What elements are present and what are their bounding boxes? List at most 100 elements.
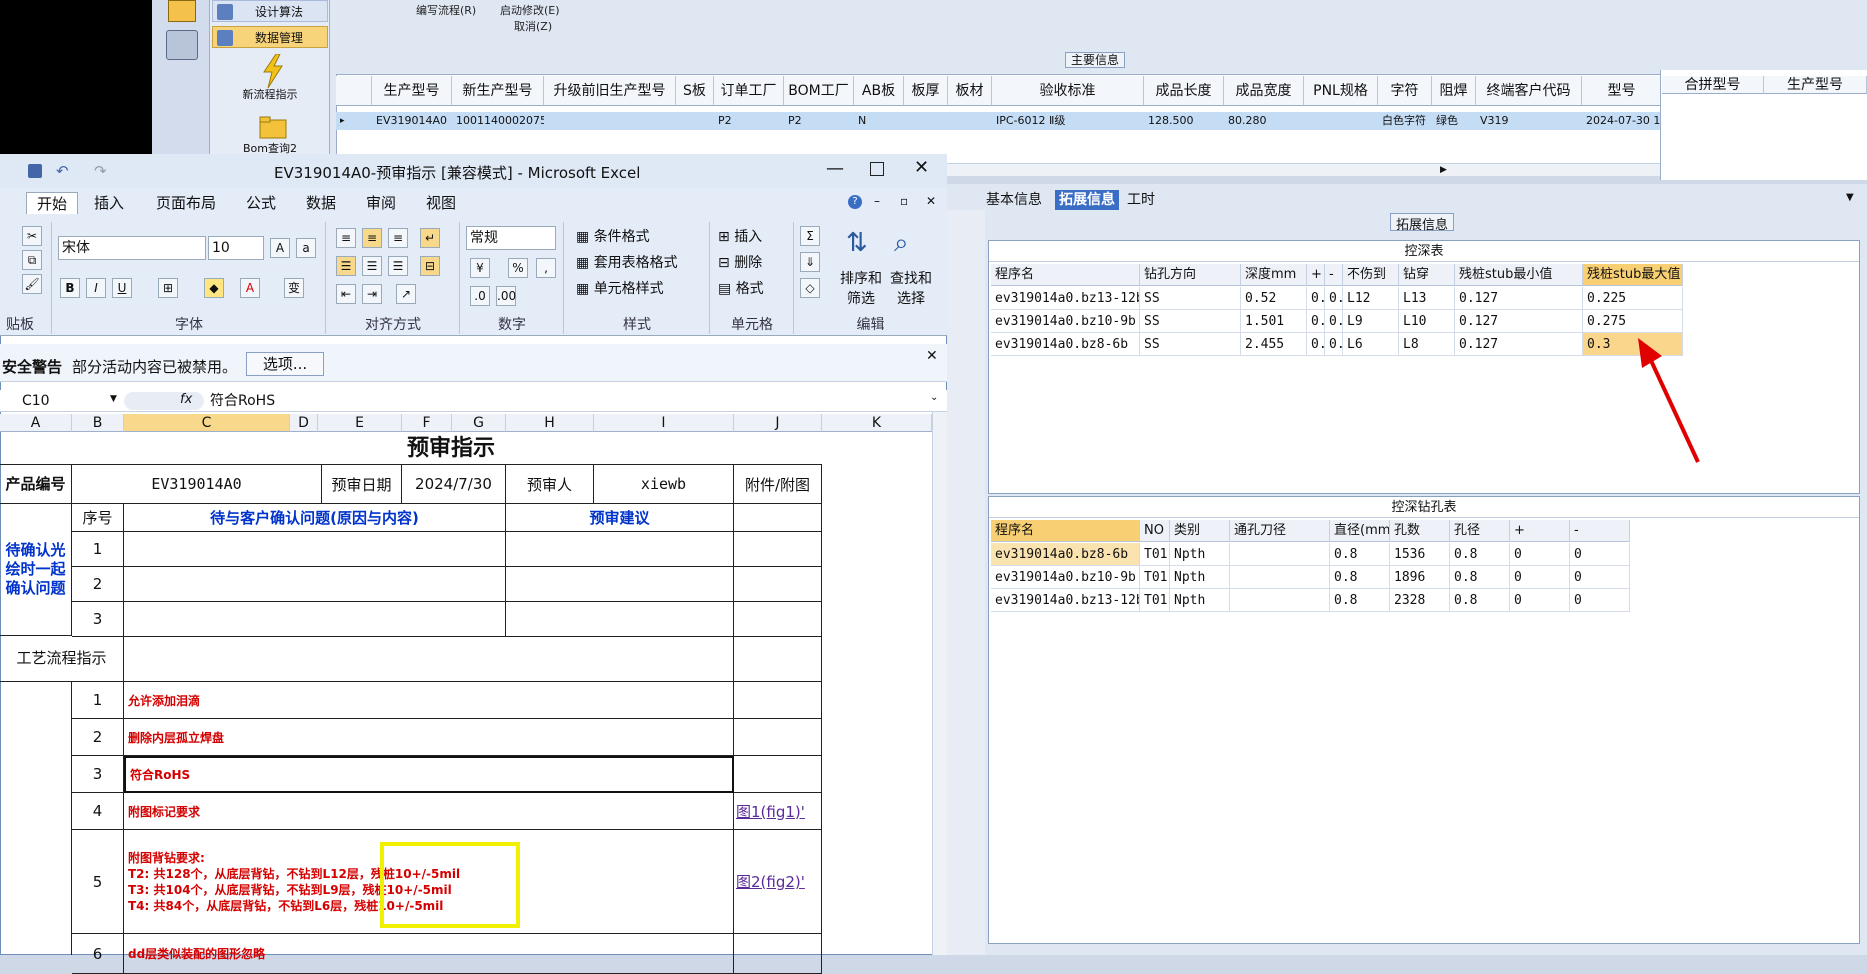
hole-col-header[interactable]: 孔径 <box>1450 520 1510 542</box>
process-no-cell[interactable]: 5 <box>72 830 124 934</box>
tab-review[interactable]: 审阅 <box>360 192 402 214</box>
undo-icon[interactable]: ↶ <box>56 162 69 180</box>
process-text-cell[interactable]: 允许添加泪滴 <box>124 682 734 719</box>
grid-header[interactable]: 生产型号 <box>372 76 452 106</box>
depth-cell[interactable]: L10 <box>1399 310 1455 333</box>
redo-icon[interactable]: ↷ <box>94 162 107 180</box>
grid-header[interactable]: AB板 <box>854 76 904 106</box>
attach-link-cell[interactable] <box>734 756 822 793</box>
hole-col-header[interactable]: 类别 <box>1170 520 1230 542</box>
grid-cell[interactable]: P2 <box>714 112 784 130</box>
hole-cell[interactable]: 0.8 <box>1450 543 1510 566</box>
find-select-icon[interactable]: ⌕ <box>894 228 909 259</box>
format-cells-button[interactable]: ▤ 格式 <box>718 278 764 298</box>
process-no-cell[interactable]: 1 <box>72 682 124 719</box>
nav-item-design-algo[interactable]: 设计算法 <box>212 0 328 22</box>
menu-start-modify[interactable]: 启动修改(E) <box>500 2 560 18</box>
depth-cell[interactable]: 2.455 <box>1241 333 1307 356</box>
grid-cell[interactable]: V319 <box>1476 112 1582 130</box>
seq-cell[interactable]: 2 <box>72 567 124 602</box>
chevron-down-icon[interactable]: ▼ <box>1846 192 1854 203</box>
reviewer-value-cell[interactable]: xiewb <box>594 464 734 504</box>
hole-cell[interactable] <box>1230 543 1330 566</box>
hole-cell[interactable]: 0.8 <box>1330 566 1390 589</box>
hole-col-header[interactable]: + <box>1510 520 1570 542</box>
decrease-decimal-icon[interactable]: .00 <box>496 286 516 306</box>
grid-header[interactable]: 型号 <box>1582 76 1662 106</box>
merge-prod-header[interactable]: 生产型号 <box>1764 76 1867 94</box>
process-text-cell[interactable]: 附图标记要求 <box>124 793 734 830</box>
font-name-select[interactable]: 宋体 <box>58 236 206 260</box>
italic-icon[interactable]: I <box>86 278 106 298</box>
process-text-cell[interactable]: dd层类似装配的图形忽略 <box>124 934 734 974</box>
hole-cell[interactable]: ev319014a0.bz8-6b <box>991 543 1140 566</box>
seq-cell[interactable]: 3 <box>72 602 124 637</box>
attach-cell[interactable] <box>734 636 822 682</box>
sort-filter-icon[interactable]: ⇅ <box>846 228 868 258</box>
calendar-icon[interactable] <box>168 0 196 22</box>
col-header-h[interactable]: H <box>506 414 594 432</box>
depth-cell[interactable]: L13 <box>1399 287 1455 310</box>
col-header-f[interactable]: F <box>402 414 452 432</box>
warning-close-icon[interactable]: ✕ <box>926 348 938 364</box>
tab-man-hours[interactable]: 工时 <box>1124 190 1158 210</box>
hole-col-header[interactable]: - <box>1570 520 1630 542</box>
depth-cell[interactable]: 0.127 <box>1455 287 1583 310</box>
comma-icon[interactable]: , <box>536 258 556 278</box>
depth-cell[interactable]: L12 <box>1343 287 1399 310</box>
tab-extended-info[interactable]: 拓展信息 <box>1055 190 1119 210</box>
depth-cell[interactable]: 1.501 <box>1241 310 1307 333</box>
grid-header[interactable]: 验收标准 <box>992 76 1144 106</box>
hole-cell[interactable]: 0 <box>1510 543 1570 566</box>
new-flow-label[interactable]: 新流程指示 <box>220 86 320 102</box>
suggest-cell[interactable] <box>506 567 734 602</box>
fill-icon[interactable]: ⇓ <box>800 252 820 272</box>
tab-view[interactable]: 视图 <box>420 192 462 214</box>
depth-col-header[interactable]: 深度mm <box>1241 264 1307 286</box>
depth-cell[interactable]: SS <box>1140 333 1241 356</box>
depth-cell[interactable]: 0.. <box>1307 310 1325 333</box>
depth-col-header[interactable]: 残桩stub最小值 <box>1455 264 1583 286</box>
process-no-cell[interactable]: 4 <box>72 793 124 830</box>
grid-header[interactable]: S板 <box>676 76 714 106</box>
copy-icon[interactable]: ⧉ <box>22 250 42 270</box>
hole-cell[interactable]: 0 <box>1570 589 1630 612</box>
merge-model-header[interactable]: 合拼型号 <box>1662 76 1764 94</box>
format-as-table-button[interactable]: ▦ 套用表格格式 <box>576 252 678 272</box>
name-box[interactable]: C10 <box>2 392 120 410</box>
increase-indent-icon[interactable]: ⇥ <box>362 284 382 304</box>
attach-cell[interactable] <box>734 567 822 602</box>
depth-cell[interactable]: L6 <box>1343 333 1399 356</box>
tab-formulas[interactable]: 公式 <box>240 192 282 214</box>
hole-cell[interactable] <box>1230 566 1330 589</box>
maximize-icon[interactable] <box>870 162 884 176</box>
grid-cell[interactable] <box>544 112 676 130</box>
hole-cell[interactable]: T01 <box>1140 589 1170 612</box>
clear-icon[interactable]: ◇ <box>800 278 820 298</box>
depth-col-header[interactable]: 程序名 <box>991 264 1140 286</box>
suggest-cell[interactable] <box>506 602 734 637</box>
align-left-icon[interactable]: ☰ <box>336 256 356 276</box>
format-painter-icon[interactable]: 🖌 <box>22 274 42 294</box>
cell-styles-button[interactable]: ▦ 单元格样式 <box>576 278 664 298</box>
process-text-cell[interactable]: 删除内层孤立焊盘 <box>124 719 734 756</box>
depth-cell[interactable]: 0.. <box>1325 333 1343 356</box>
hole-cell[interactable]: 0 <box>1570 566 1630 589</box>
tab-home[interactable]: 开始 <box>26 192 78 214</box>
depth-cell[interactable]: 0.. <box>1307 287 1325 310</box>
grid-header[interactable]: BOM工厂 <box>784 76 854 106</box>
grid-header[interactable]: 字符 <box>1378 76 1432 106</box>
name-box-dropdown-icon[interactable]: ▼ <box>110 394 117 404</box>
sort-filter-button[interactable]: 排序和筛选 <box>836 268 886 308</box>
depth-cell[interactable]: 0.. <box>1325 287 1343 310</box>
depth-cell[interactable]: 0.. <box>1307 333 1325 356</box>
grid-cell[interactable]: 128.500 <box>1144 112 1224 130</box>
ribbon-restore-icon[interactable]: ▫ <box>900 194 908 208</box>
border-icon[interactable]: ⊞ <box>158 278 178 298</box>
issue-cell[interactable] <box>124 532 506 567</box>
security-options-button[interactable]: 选项... <box>246 352 324 376</box>
reviewer-label-cell[interactable]: 预审人 <box>506 464 594 504</box>
grid-cell[interactable]: EV319014A0 <box>372 112 452 130</box>
hole-cell[interactable]: 2328 <box>1390 589 1450 612</box>
fill-color-icon[interactable]: ◆ <box>204 278 224 298</box>
